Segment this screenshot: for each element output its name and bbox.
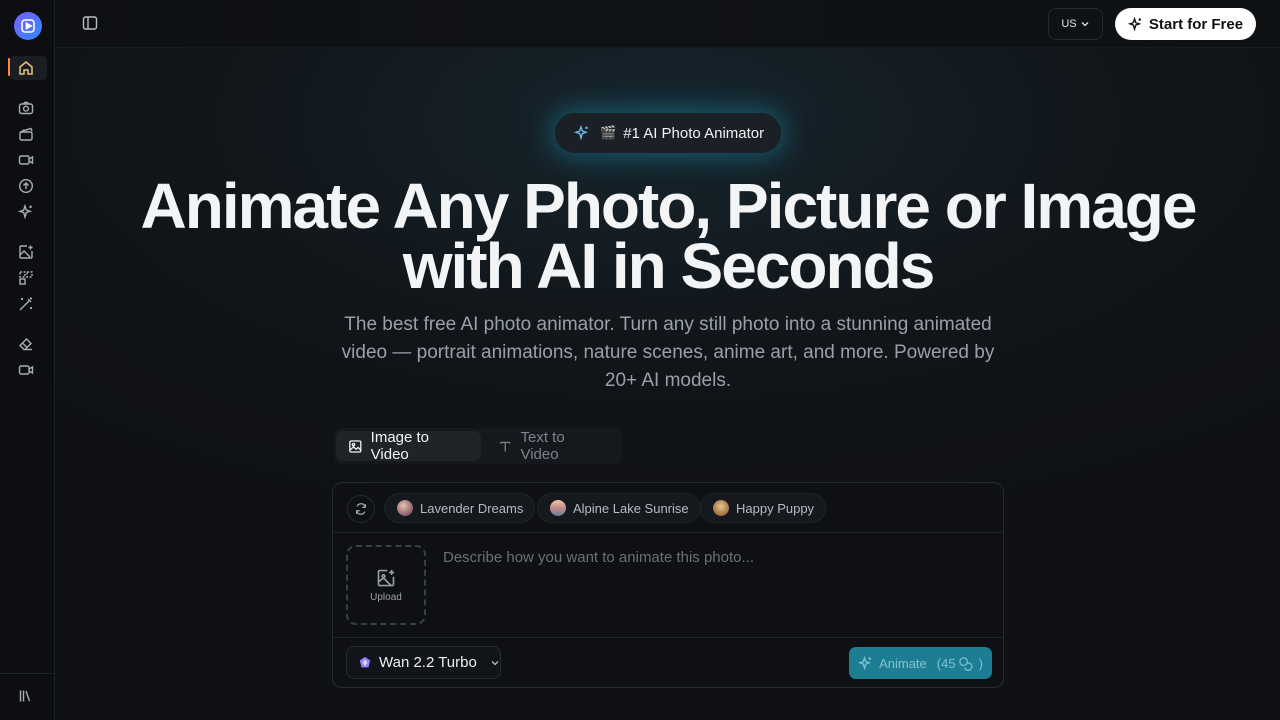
sparkles-icon — [1127, 16, 1142, 32]
camera-icon[interactable] — [16, 98, 36, 118]
eraser-icon[interactable] — [16, 334, 36, 354]
sparkles-icon — [574, 125, 589, 141]
panel-toggle-icon[interactable] — [81, 14, 99, 32]
clapper-emoji-icon: 🎬 — [600, 125, 617, 140]
magic-wand-icon[interactable] — [16, 294, 36, 314]
image-plus-icon — [377, 569, 395, 586]
upload-circle-icon[interactable] — [16, 176, 36, 196]
refresh-icon — [356, 503, 366, 515]
upload-dropzone[interactable]: Upload — [346, 545, 426, 625]
text-icon — [500, 441, 511, 451]
credit-cost: (45 — [936, 655, 956, 671]
preset-thumbnail — [713, 500, 729, 516]
library-icon[interactable] — [16, 686, 36, 706]
preset-label: Lavender Dreams — [420, 500, 524, 516]
credit-cost-close: ) — [978, 655, 983, 671]
chevron-down-icon — [1081, 22, 1089, 27]
model-selector[interactable]: Wan 2.2 Turbo — [346, 646, 501, 679]
hero-badge: 🎬 #1 AI Photo Animator — [555, 113, 781, 153]
sidebar-divider — [0, 673, 55, 674]
region-label: US — [1061, 18, 1077, 30]
preset-label: Alpine Lake Sunrise — [573, 500, 689, 516]
image-icon — [349, 439, 362, 453]
preset-thumbnail — [397, 500, 413, 516]
animate-button[interactable]: Animate (45 ) — [849, 647, 992, 679]
tab-text-to-video-label: Text to Video — [520, 429, 565, 463]
sidebar-active-indicator — [8, 58, 10, 76]
preset-chip-alpine-lake-sunrise[interactable]: Alpine Lake Sunrise — [537, 493, 701, 523]
animate-label: Animate — [879, 655, 927, 671]
app-logo-icon[interactable] — [14, 12, 42, 40]
video-icon[interactable] — [16, 150, 36, 170]
layout-dashed-icon[interactable] — [16, 268, 36, 288]
sparkles-icon[interactable] — [16, 202, 36, 222]
page-subtitle: The best free AI photo animator. Turn an… — [341, 314, 995, 391]
animate-panel: Lavender Dreams Alpine Lake Sunrise Happ… — [332, 482, 1004, 688]
tab-image-to-video[interactable]: Image to Video — [336, 429, 481, 463]
panel-divider — [333, 532, 1003, 533]
animation-prompt-input[interactable] — [443, 549, 983, 619]
clapperboard-icon[interactable] — [16, 124, 36, 144]
image-plus-icon[interactable] — [16, 242, 36, 262]
start-for-free-button[interactable]: Start for Free — [1115, 8, 1256, 40]
mode-tabs: Image to Video Text to Video — [334, 428, 622, 464]
region-selector[interactable]: US — [1048, 8, 1103, 40]
tab-image-to-video-label: Image to Video — [370, 429, 430, 463]
model-logo-icon — [359, 656, 371, 667]
sidebar — [0, 0, 55, 720]
home-icon[interactable] — [16, 58, 36, 78]
refresh-presets-button[interactable] — [347, 495, 375, 523]
page-title: Animate Any Photo, Picture or Image with… — [140, 170, 1198, 302]
panel-divider — [333, 637, 1003, 638]
chevron-down-icon — [491, 660, 499, 665]
sparkles-icon — [858, 655, 872, 671]
preset-label: Happy Puppy — [736, 500, 815, 516]
tab-text-to-video[interactable]: Text to Video — [486, 429, 616, 463]
video-camera-icon[interactable] — [16, 360, 36, 380]
start-for-free-label: Start for Free — [1148, 15, 1244, 33]
model-label: Wan 2.2 Turbo — [379, 654, 477, 671]
badge-label: #1 AI Photo Animator — [623, 124, 765, 142]
preset-chip-lavender-dreams[interactable]: Lavender Dreams — [384, 493, 536, 523]
preset-chip-happy-puppy[interactable]: Happy Puppy — [700, 493, 827, 523]
preset-thumbnail — [550, 500, 566, 516]
coins-icon — [958, 656, 973, 671]
top-bar: US Start for Free — [55, 0, 1280, 48]
upload-label: Upload — [370, 591, 402, 603]
